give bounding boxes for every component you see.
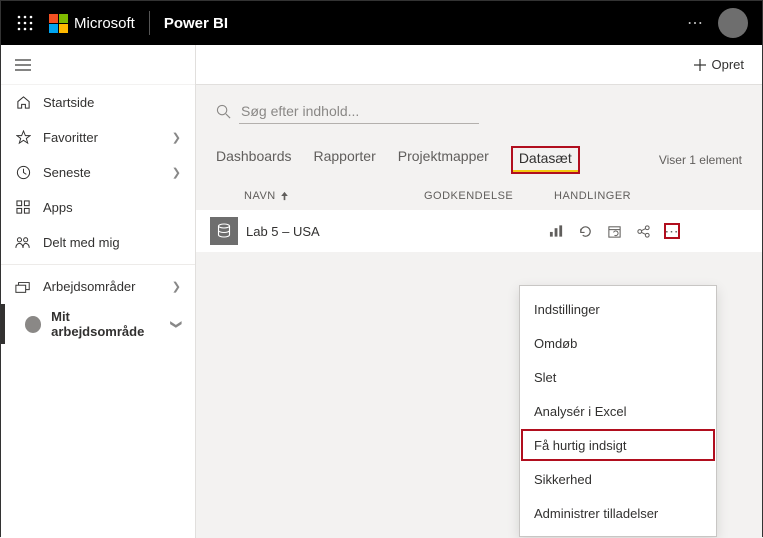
column-header-name[interactable]: NAVN (244, 190, 276, 202)
user-avatar[interactable] (718, 8, 748, 38)
sidebar-item-favorites[interactable]: Favoritter ❯ (1, 120, 195, 155)
create-button[interactable]: Opret (694, 57, 744, 72)
grid-header: NAVN GODKENDELSE HANDLINGER (196, 174, 762, 210)
tab-reports[interactable]: Rapporter (314, 148, 376, 172)
sidebar-item-recent[interactable]: Seneste ❯ (1, 155, 195, 190)
search-icon (216, 104, 231, 119)
share-icon[interactable] (635, 223, 651, 239)
search-input[interactable] (239, 99, 479, 124)
create-report-icon[interactable] (548, 223, 564, 239)
sidebar-separator (1, 264, 195, 265)
search-bar (196, 85, 762, 130)
menu-settings[interactable]: Indstillinger (520, 292, 716, 326)
sidebar-item-label: Startside (43, 95, 94, 110)
chevron-right-icon: ❯ (172, 280, 181, 293)
menu-delete[interactable]: Slet (520, 360, 716, 394)
dataset-name: Lab 5 – USA (246, 224, 418, 239)
apps-icon (15, 200, 31, 215)
sidebar-item-workspaces[interactable]: Arbejdsområder ❯ (1, 269, 195, 304)
sidebar-current-workspace[interactable]: Mit arbejdsområde ❯ (1, 304, 195, 344)
sidebar-item-label: Delt med mig (43, 235, 120, 250)
workspace-name: Mit arbejdsområde (51, 309, 162, 339)
sidebar-item-label: Favoritter (43, 130, 98, 145)
microsoft-logo: Microsoft (49, 14, 135, 33)
sidebar-item-home[interactable]: Startside (1, 85, 195, 120)
microsoft-logo-icon (49, 14, 68, 33)
workspace-avatar-icon (25, 316, 41, 333)
context-menu: Indstillinger Omdøb Slet Analysér i Exce… (519, 285, 717, 537)
workspaces-icon (15, 280, 31, 294)
dataset-actions: ⋯ (548, 223, 680, 239)
sidebar-item-apps[interactable]: Apps (1, 190, 195, 225)
header-divider (149, 11, 150, 35)
sidebar-item-label: Arbejdsområder (43, 279, 136, 294)
tab-workbooks[interactable]: Projektmapper (398, 148, 489, 172)
tab-bar: Dashboards Rapporter Projektmapper Datas… (196, 130, 762, 174)
menu-security[interactable]: Sikkerhed (520, 462, 716, 496)
item-count-text: Viser 1 element (659, 153, 742, 167)
workspace-toolbar: Opret (196, 45, 762, 85)
clock-icon (15, 165, 31, 180)
sidebar-item-label: Seneste (43, 165, 91, 180)
dataset-row[interactable]: Lab 5 – USA ⋯ (196, 210, 762, 252)
plus-icon (694, 59, 706, 71)
sidebar-item-label: Apps (43, 200, 73, 215)
sidebar-item-shared[interactable]: Delt med mig (1, 225, 195, 260)
active-indicator (1, 304, 5, 344)
home-icon (15, 95, 31, 110)
menu-quick-insights[interactable]: Få hurtig indsigt (520, 428, 716, 462)
schedule-refresh-icon[interactable] (606, 223, 622, 239)
main-content: Opret Dashboards Rapporter Projektmapper… (196, 45, 762, 538)
header-more-icon[interactable]: ⋯ (687, 13, 704, 33)
chevron-down-icon: ❯ (170, 319, 183, 328)
global-header: Microsoft Power BI ⋯ (1, 1, 762, 45)
menu-analyze-excel[interactable]: Analysér i Excel (520, 394, 716, 428)
sort-asc-icon (280, 191, 289, 201)
star-icon (15, 130, 31, 145)
refresh-icon[interactable] (577, 223, 593, 239)
column-header-actions: HANDLINGER (554, 190, 724, 202)
menu-rename[interactable]: Omdøb (520, 326, 716, 360)
shared-icon (15, 235, 31, 250)
nav-toggle-button[interactable] (1, 45, 195, 85)
chevron-right-icon: ❯ (172, 166, 181, 179)
create-label: Opret (711, 57, 744, 72)
dataset-icon (210, 217, 238, 245)
more-actions-button[interactable]: ⋯ (664, 223, 680, 239)
column-header-approval[interactable]: GODKENDELSE (424, 190, 554, 202)
product-name: Power BI (164, 15, 228, 32)
tab-datasets[interactable]: Datasæt (511, 146, 580, 174)
brand-text: Microsoft (74, 15, 135, 32)
menu-manage-permissions[interactable]: Administrer tilladelser (520, 496, 716, 530)
app-launcher-icon[interactable] (9, 7, 41, 39)
chevron-right-icon: ❯ (172, 131, 181, 144)
sidebar: Startside Favoritter ❯ Seneste ❯ Apps De… (1, 45, 196, 538)
tab-dashboards[interactable]: Dashboards (216, 148, 292, 172)
